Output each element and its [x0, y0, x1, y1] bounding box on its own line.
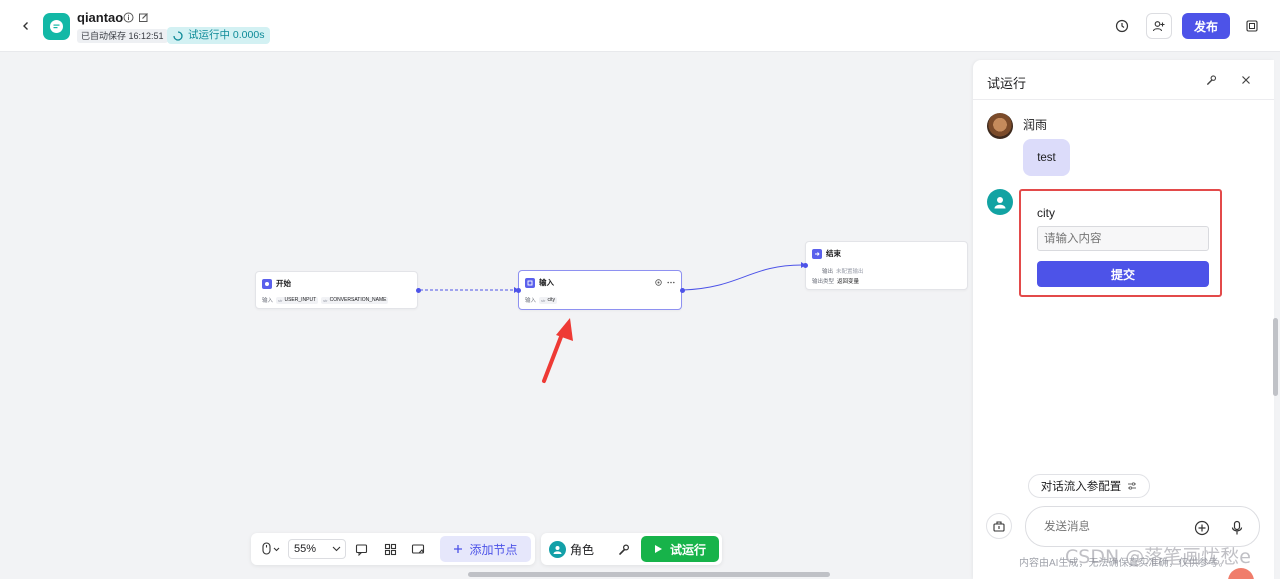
form-field-label: city — [1037, 206, 1055, 220]
plus-icon — [454, 545, 463, 553]
node-end-output-row: 输出 未配置输出 — [822, 267, 864, 275]
vertical-scrollbar[interactable] — [1273, 318, 1278, 396]
node-end-title: 结束 — [826, 249, 841, 258]
start-node-icon — [262, 278, 272, 289]
play-icon — [654, 545, 662, 553]
wrench-icon[interactable] — [1203, 72, 1219, 88]
edge-input-to-end — [682, 264, 803, 291]
node-end[interactable]: 结束 输出 未配置输出 输出类型 返回变量 — [803, 241, 968, 290]
canvas-toolbar: 55% 添加节点 — [251, 533, 535, 565]
minimap-icon[interactable] — [410, 541, 426, 557]
test-run-label: 试运行 — [669, 542, 706, 557]
clear-context-icon[interactable] — [986, 513, 1012, 539]
node-end-row2-value: 返回变量 — [837, 279, 860, 285]
back-icon[interactable] — [17, 17, 35, 35]
run-toolbar: 角色 试运行 — [541, 533, 722, 565]
input-node-icon — [525, 277, 535, 288]
node-end-row1-label: 输出 — [822, 269, 834, 275]
add-node-label: 添加节点 — [469, 542, 518, 557]
output-port[interactable] — [680, 288, 685, 293]
node-end-row1-value: 未配置输出 — [836, 269, 864, 275]
node-input-inputs: 输入 str city — [525, 296, 557, 304]
panel-title: 试运行 — [987, 76, 1027, 91]
horizontal-scrollbar[interactable] — [468, 572, 830, 577]
chevron-down-icon — [332, 546, 341, 552]
add-attachment-icon[interactable] — [1193, 519, 1211, 537]
output-port[interactable] — [416, 288, 421, 293]
node-input-title: 输入 — [539, 278, 554, 287]
workflow-canvas[interactable]: 开始 输入 str USER_INPUT str CONVERSATION_NAME… — [0, 53, 973, 579]
node-input-row-label: 输入 — [525, 298, 537, 304]
user-message-bubble: test — [1023, 139, 1070, 176]
auto-layout-icon[interactable] — [382, 541, 398, 557]
node-end-row2-label: 输出类型 — [812, 279, 835, 285]
message-composer — [1025, 506, 1260, 547]
collaborator-icon[interactable] — [1146, 13, 1172, 39]
node-input-header: 输入 — [525, 277, 554, 288]
more-icon[interactable] — [667, 279, 675, 286]
variable-tag: str CONVERSATION_NAME — [321, 296, 389, 304]
variable-tag: str city — [539, 296, 557, 304]
zoom-value: 55% — [294, 543, 317, 555]
close-icon[interactable] — [1238, 72, 1254, 88]
bot-avatar-icon — [987, 189, 1013, 215]
test-run-button[interactable]: 试运行 — [641, 536, 719, 562]
settings-sliders-icon — [1128, 482, 1137, 490]
mouse-mode-icon[interactable] — [259, 541, 283, 557]
end-node-icon — [812, 248, 822, 259]
publish-button[interactable]: 发布 — [1182, 13, 1230, 39]
layout-icon[interactable] — [1241, 15, 1263, 37]
edge-layer — [420, 262, 806, 293]
node-start-inputs: 输入 str USER_INPUT str CONVERSATION_NAME — [262, 296, 389, 304]
role-button[interactable]: 角色 — [549, 539, 594, 559]
history-icon[interactable] — [1111, 15, 1133, 37]
role-label: 角色 — [570, 542, 595, 557]
submit-button[interactable]: 提交 — [1037, 261, 1209, 287]
zoom-select[interactable]: 55% — [288, 539, 346, 559]
city-input[interactable] — [1037, 226, 1209, 251]
edit-icon[interactable] — [138, 12, 149, 23]
input-form-card: city 提交 — [1019, 189, 1222, 297]
run-status-badge: 试运行中 0.000s — [167, 27, 271, 44]
run-status-text: 试运行中 0.000s — [188, 29, 265, 41]
microphone-icon[interactable] — [1228, 519, 1246, 537]
loading-icon — [173, 30, 183, 41]
comment-icon[interactable] — [353, 541, 369, 557]
app-name: qiantao — [77, 10, 124, 25]
panel-header: 试运行 — [973, 60, 1274, 100]
config-chip-label: 对话流入参配置 — [1040, 481, 1122, 493]
test-run-panel: 试运行 润雨 test city 提交 对话流入参配置 内容由AI生成，无法确保… — [973, 60, 1278, 579]
wrench-icon[interactable] — [615, 541, 631, 557]
app-logo-icon — [43, 13, 70, 40]
node-end-header: 结束 — [812, 248, 841, 259]
node-input[interactable]: 输入 输入 str city — [516, 270, 685, 310]
run-node-icon[interactable] — [655, 279, 662, 286]
user-avatar — [987, 113, 1013, 139]
watermark: CSDN @落笔画忧愁e — [1065, 546, 1251, 568]
chat-input-config-button[interactable]: 对话流入参配置 — [1028, 474, 1150, 498]
variable-tag: str USER_INPUT — [276, 296, 319, 304]
message-input[interactable] — [1044, 518, 1184, 536]
role-avatar-icon — [549, 540, 566, 558]
add-node-button[interactable]: 添加节点 — [440, 536, 531, 562]
input-port[interactable] — [803, 263, 808, 268]
node-start-title: 开始 — [276, 279, 291, 288]
node-start[interactable]: 开始 输入 str USER_INPUT str CONVERSATION_NAME — [255, 271, 421, 309]
input-port[interactable] — [516, 288, 521, 293]
node-start-header: 开始 — [262, 278, 291, 289]
autosave-status: 已自动保存 16:12:51 — [77, 29, 168, 43]
node-start-row-label: 输入 — [262, 298, 274, 304]
annotation-arrow — [542, 318, 573, 383]
node-end-type-row: 输出类型 返回变量 — [812, 277, 859, 285]
user-name: 润雨 — [1023, 118, 1048, 132]
info-icon[interactable] — [123, 12, 134, 23]
top-header: qiantao 已自动保存 16:12:51 试运行中 0.000s 发布 — [0, 0, 1280, 52]
